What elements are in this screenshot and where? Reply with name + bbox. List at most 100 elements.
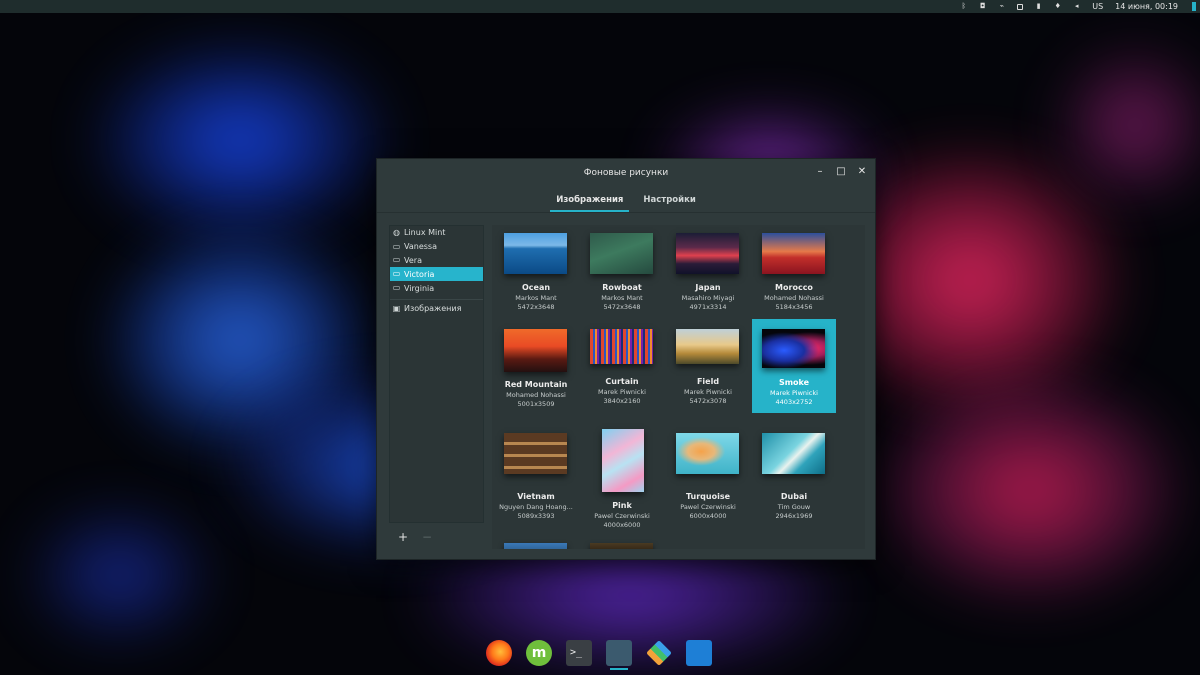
wallpaper-author: Pawel Czerwinski [680,503,736,511]
monitor-icon: ▭ [392,269,401,279]
wallpaper-name: Ocean [521,283,551,292]
wallpaper-vietnam[interactable]: Vietnam Nguyen Dang Hoang... 5089x3393 [494,421,578,527]
sidebar-item-vanessa[interactable]: ▭ Vanessa [390,240,483,254]
wallpaper-name: Japan [695,283,721,292]
clock[interactable]: 14 июня, 00:19 [1115,2,1178,11]
sidebar-item-images-folder[interactable]: ▣ Изображения [390,302,483,316]
tab-settings[interactable]: Настройки [637,192,701,212]
wallpaper-thumbnail [676,233,739,274]
notes-icon[interactable] [606,640,632,670]
wallpaper-smoke[interactable]: Smoke Marek Piwnicki 4403x2752 [752,319,836,413]
bluetooth-icon[interactable]: ᛒ [960,3,967,10]
wallpaper-thumbnail [504,329,567,372]
wallpaper-thumbnail [504,433,567,474]
notification-indicator[interactable] [1192,2,1196,11]
wallpaper-name: Curtain [605,377,639,386]
wallpaper-rowboat[interactable]: Rowboat Markos Mant 5472x3648 [580,225,664,319]
wallpaper-resolution: 4403x2752 [775,398,813,406]
wallpaper-resolution: 5089x3393 [517,512,555,520]
notification-icon[interactable]: ♦ [1054,3,1061,10]
wallpaper-author: Mohamed Nohassi [506,391,566,399]
wallpaper-name: Morocco [775,283,813,292]
sidebar-item-vera[interactable]: ▭ Vera [390,254,483,268]
files-icon[interactable] [686,640,712,666]
minimize-button[interactable]: – [813,165,827,179]
wallpaper-resolution: 4971x3314 [689,303,727,311]
remove-folder-button[interactable]: − [421,531,433,543]
sidebar-item-label: Linux Mint [404,228,446,238]
wallpaper-thumbnail-partial[interactable] [590,543,653,549]
wallpaper-name: Turquoise [685,492,731,501]
wallpaper-name: Field [696,377,720,386]
wallpaper-resolution: 3840x2160 [603,397,641,405]
wallpaper-author: Marek Piwnicki [770,389,818,397]
wallpaper-resolution: 5001x3509 [517,400,555,408]
maximize-button[interactable]: □ [834,165,848,179]
window-title: Фоновые рисунки [583,167,669,178]
wallpaper-author: Tim Gouw [777,503,811,511]
tab-bar: Изображения Настройки [377,192,875,212]
add-folder-button[interactable]: + [397,531,409,543]
wallpaper-thumbnail [676,329,739,364]
wallpaper-morocco[interactable]: Morocco Mohamed Nohassi 5184x3456 [752,225,836,319]
wallpaper-resolution: 2946x1969 [775,512,813,520]
wallpaper-resolution: 5472x3078 [689,397,727,405]
top-panel: ᛒ ◘ ⌁ ▮ ♦ ◂ US 14 июня, 00:19 [0,0,1200,13]
wallpaper-author: Masahiro Miyagi [681,294,735,302]
wallpaper-name: Dubai [780,492,808,501]
wallpaper-thumbnail [602,429,644,492]
keyboard-layout[interactable]: US [1092,2,1103,11]
monitor-icon: ▭ [392,283,401,293]
wallpaper-resolution: 5472x3648 [603,303,641,311]
wallpaper-author: Marek Piwnicki [598,388,646,396]
wallpaper-pink[interactable]: Pink Pawel Czerwinski 4000x6000 [580,421,664,529]
wallpaper-author: Markos Mant [601,294,643,302]
wallpaper-dubai[interactable]: Dubai Tim Gouw 2946x1969 [752,421,836,527]
wallpaper-name: Smoke [778,378,810,387]
wallpaper-resolution: 5472x3648 [517,303,555,311]
monitor-icon: ▭ [392,241,401,251]
wallpaper-name: Pink [612,501,632,510]
wallpaper-author: Pawel Czerwinski [594,512,650,520]
wallpaper-thumbnail [504,233,567,274]
wallpaper-author: Marek Piwnicki [684,388,732,396]
wallpaper-thumbnail [590,233,653,274]
firefox-icon[interactable] [486,640,512,666]
wallpaper-field[interactable]: Field Marek Piwnicki 5472x3078 [666,321,750,415]
mint-logo-icon: ◍ [393,227,400,237]
sidebar-item-virginia[interactable]: ▭ Virginia [390,281,483,295]
wallpaper-resolution: 6000x4000 [689,512,727,520]
wallpaper-thumbnail [762,233,825,274]
terminal-icon[interactable]: >_ [566,640,592,666]
wallpaper-grid: Ocean Markos Mant 5472x3648 Rowboat Mark… [492,225,865,549]
wallpaper-thumbnail [762,329,825,368]
wallpaper-author: Nguyen Dang Hoang... [499,503,573,511]
close-button[interactable]: ✕ [855,165,869,179]
window-titlebar[interactable]: Фоновые рисунки – □ ✕ [377,159,875,186]
wallpaper-ocean[interactable]: Ocean Markos Mant 5472x3648 [494,225,578,319]
shield-icon[interactable]: ◘ [979,3,986,10]
sidebar-item-linux-mint[interactable]: ◍ Linux Mint [390,226,483,240]
linux-mint-icon[interactable]: m [526,640,552,666]
collections-sidebar: ◍ Linux Mint ▭ Vanessa ▭ Vera ▭ Victoria… [389,225,484,523]
battery-icon[interactable]: ▮ [1035,3,1042,10]
wallpaper-name: Rowboat [602,283,642,292]
sidebar-item-victoria[interactable]: ▭ Victoria [390,267,483,282]
wallpaper-turquoise[interactable]: Turquoise Pawel Czerwinski 6000x4000 [666,421,750,527]
sidebar-item-label: Virginia [404,283,435,293]
wallpaper-name: Vietnam [517,492,555,501]
wallpaper-name: Red Mountain [504,380,568,389]
wallpaper-resolution: 4000x6000 [603,521,641,529]
tab-images[interactable]: Изображения [550,192,630,212]
wallpaper-curtain[interactable]: Curtain Marek Piwnicki 3840x2160 [580,321,664,415]
network-icon[interactable]: ⌁ [998,3,1005,10]
wallpaper-red-mountain[interactable]: Red Mountain Mohamed Nohassi 5001x3509 [494,321,578,415]
image-icon: ▣ [392,303,401,313]
sidebar-item-label: Vanessa [404,242,437,252]
wallpaper-thumbnail [590,329,653,364]
layers-icon[interactable] [646,640,672,666]
volume-icon[interactable]: ◂ [1073,3,1080,10]
clipboard-icon[interactable] [1017,3,1024,10]
wallpaper-japan[interactable]: Japan Masahiro Miyagi 4971x3314 [666,225,750,319]
wallpaper-thumbnail-partial[interactable] [504,543,567,549]
